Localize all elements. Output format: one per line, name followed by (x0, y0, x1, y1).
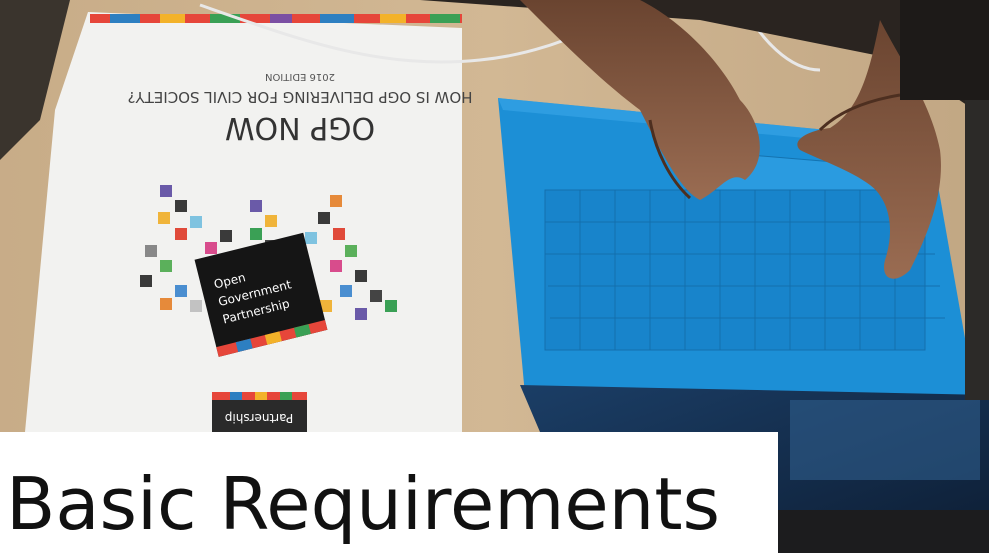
heading-basic-requirements: Basic Requirements (6, 462, 721, 546)
svg-text:Partnership: Partnership (225, 411, 293, 425)
booklet-paper (25, 12, 462, 432)
booklet-color-strip (90, 14, 462, 23)
booklet-title: OGP NOW (225, 110, 375, 145)
booklet-edition: 2016 EDITION (265, 71, 335, 82)
booklet-footer-logo: Partnership (212, 392, 307, 432)
booklet-subtitle: HOW IS OGP DELIVERING FOR CIVIL SOCIETY? (128, 88, 473, 106)
